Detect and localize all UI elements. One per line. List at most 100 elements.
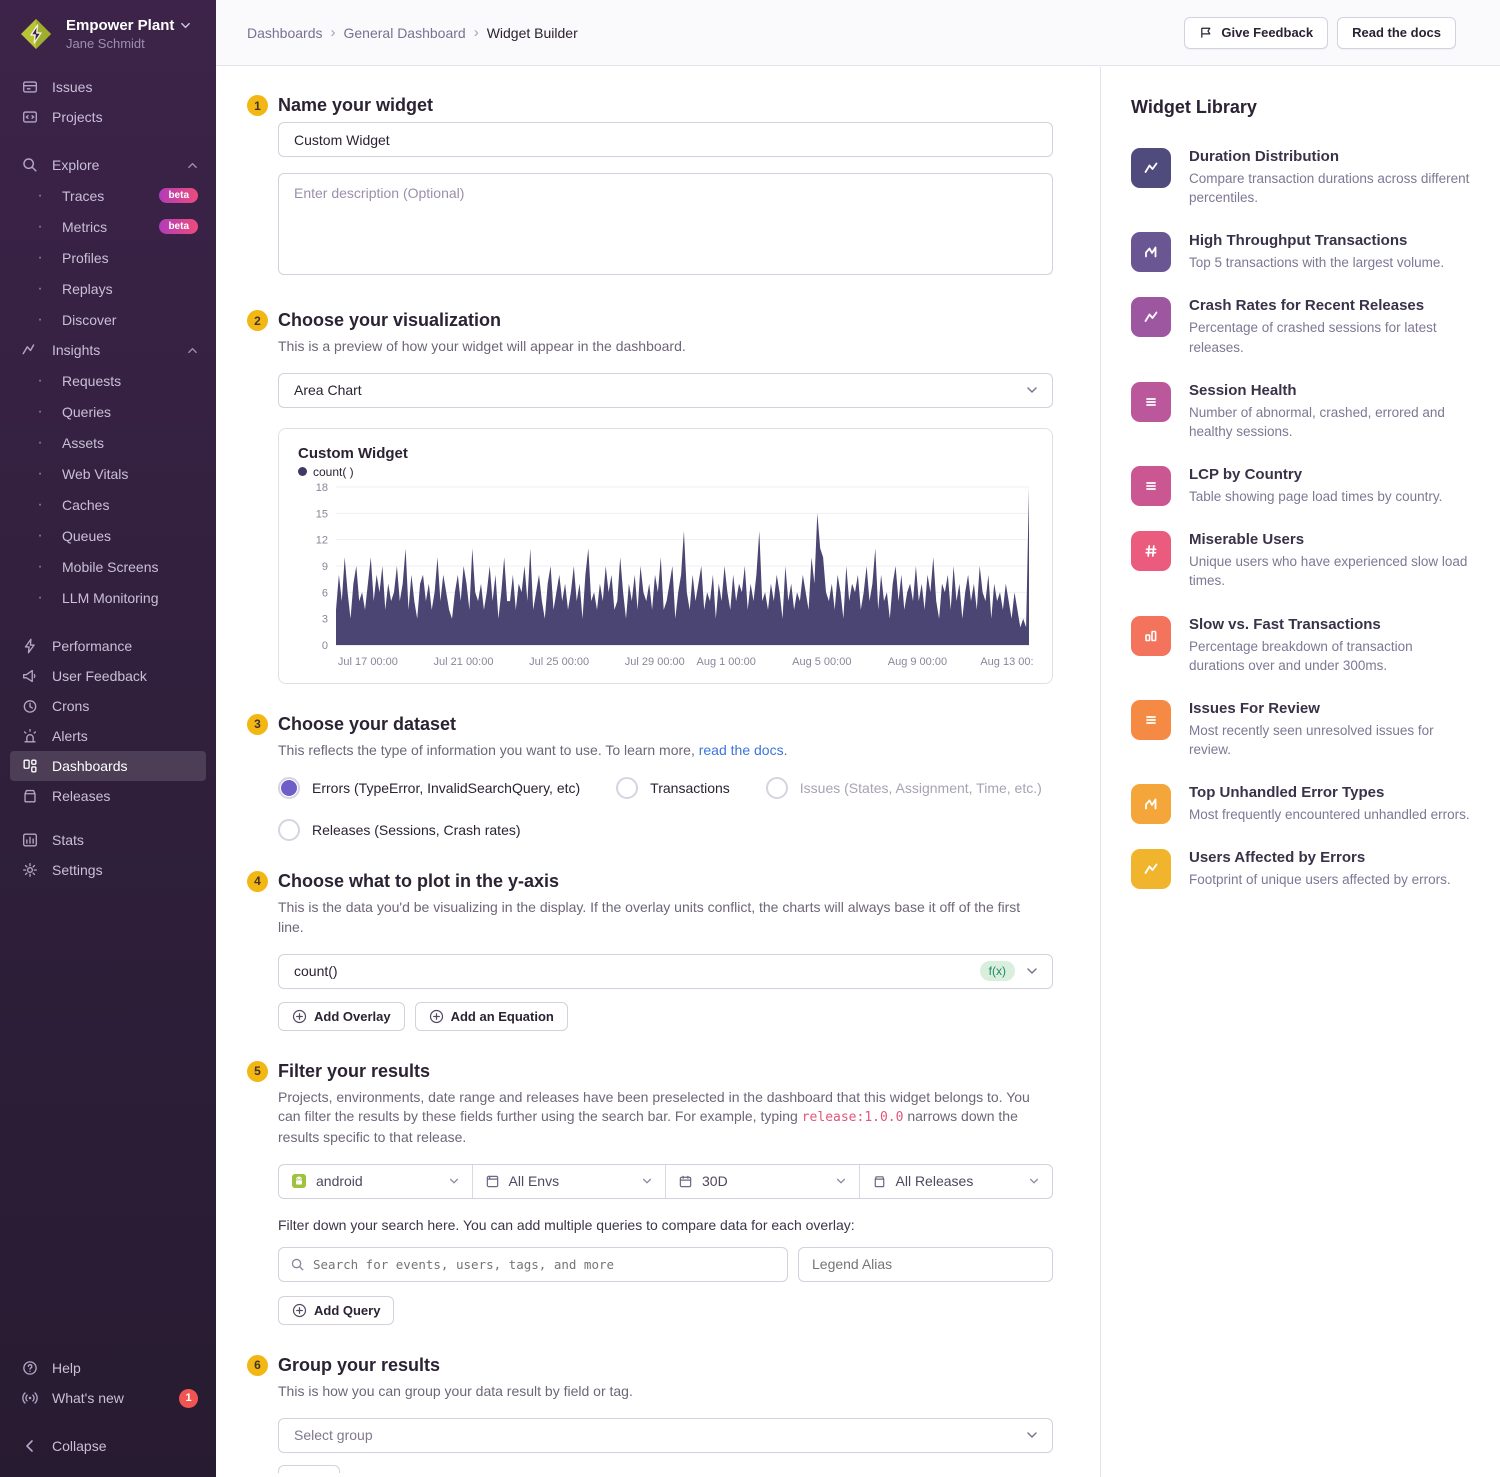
library-item-title: Session Health [1189,382,1470,399]
dataset-option-transactions[interactable]: Transactions [616,777,730,799]
code-example: release:1.0.0 [802,1110,904,1125]
library-item-desc: Unique users who have experienced slow l… [1189,552,1470,590]
sidebar-item-llm-monitoring[interactable]: ·LLM Monitoring [20,582,206,613]
breadcrumb-general-dashboard[interactable]: General Dashboard [344,25,466,41]
megaphone-icon [1199,25,1214,40]
step-visualization: 2 Choose your visualization This is a pr… [247,310,1068,684]
legend-alias-input[interactable] [798,1247,1053,1282]
widget-description-input[interactable] [278,173,1053,275]
org-switcher[interactable]: Empower Plant Jane Schmidt [0,0,216,62]
sidebar-item-whats-new[interactable]: What's new 1 [10,1383,206,1413]
library-item-title: Crash Rates for Recent Releases [1189,297,1470,314]
sidebar-item-label: Metrics [62,219,107,235]
y-axis-field-select[interactable]: count() f(x) [278,954,1053,989]
sidebar-item-caches[interactable]: ·Caches [20,489,206,520]
step-name-widget: 1 Name your widget [247,95,1068,280]
sidebar-item-settings[interactable]: Settings [10,855,206,885]
breadcrumb: Dashboards › General Dashboard › Widget … [247,24,578,41]
sidebar-group-insights[interactable]: Insights [10,335,206,365]
library-item-lcp-by-country[interactable]: LCP by Country Table showing page load t… [1131,466,1470,506]
environment-filter[interactable]: All Envs [472,1165,666,1198]
insights-icon [20,340,40,360]
library-item-high-throughput[interactable]: High Throughput Transactions Top 5 trans… [1131,232,1470,272]
sidebar-item-queries[interactable]: ·Queries [20,396,206,427]
sidebar-group-explore[interactable]: Explore [10,150,206,180]
sidebar-item-requests[interactable]: ·Requests [20,365,206,396]
step-filter: 5 Filter your results Projects, environm… [247,1061,1068,1325]
svg-text:Aug 9 00:00: Aug 9 00:00 [888,656,947,668]
widget-name-input[interactable] [278,122,1053,157]
sidebar-item-releases[interactable]: Releases [10,781,206,811]
release-filter[interactable]: All Releases [859,1165,1053,1198]
sidebar-item-traces[interactable]: ·Tracesbeta [20,180,206,211]
library-item-top-unhandled-errors[interactable]: Top Unhandled Error Types Most frequentl… [1131,784,1470,824]
read-docs-button[interactable]: Read the docs [1337,17,1456,49]
megaphone-icon [20,666,40,686]
sidebar-item-crons[interactable]: Crons [10,691,206,721]
sidebar-item-performance[interactable]: Performance [10,631,206,661]
beta-badge: beta [159,188,198,203]
button-label: Read the docs [1352,25,1441,40]
radio-button[interactable] [278,777,300,799]
library-item-users-affected[interactable]: Users Affected by Errors Footprint of un… [1131,849,1470,889]
select-value: Area Chart [294,382,362,398]
sidebar-item-metrics[interactable]: ·Metricsbeta [20,211,206,242]
give-feedback-button[interactable]: Give Feedback [1184,17,1328,49]
stats-icon [20,830,40,850]
dataset-option-issues[interactable]: Issues (States, Assignment, Time, etc.) [766,777,1042,799]
visualization-select[interactable]: Area Chart [278,373,1053,408]
sidebar-item-label: Dashboards [52,758,128,774]
sidebar-item-stats[interactable]: Stats [10,825,206,855]
sidebar-item-label: Performance [52,638,132,654]
query-search-input[interactable] [313,1257,776,1272]
radio-button[interactable] [766,777,788,799]
bullet-icon: · [30,249,50,267]
sidebar-item-issues[interactable]: Issues [10,72,206,102]
dataset-option-errors[interactable]: Errors (TypeError, InvalidSearchQuery, e… [278,777,580,799]
siren-icon [20,726,40,746]
library-item-issues-for-review[interactable]: Issues For Review Most recently seen unr… [1131,700,1470,759]
chevron-down-icon [1025,383,1039,397]
add-overlay-button[interactable]: Add Overlay [278,1002,405,1031]
library-item-desc: Percentage breakdown of transaction dura… [1189,637,1470,675]
chevron-down-icon [1025,964,1039,978]
preview-chart-title: Custom Widget [298,445,1033,462]
radio-button[interactable] [278,819,300,841]
svg-text:6: 6 [322,587,328,599]
add-equation-button[interactable]: Add an Equation [415,1002,568,1031]
circle-plus-icon [292,1009,307,1024]
add-group-button-partial[interactable] [278,1465,340,1473]
sidebar-item-projects[interactable]: Projects [10,102,206,132]
svg-text:Aug 5 00:00: Aug 5 00:00 [792,656,851,668]
bullet-icon: · [30,496,50,514]
sidebar-item-profiles[interactable]: ·Profiles [20,242,206,273]
sidebar-item-user-feedback[interactable]: User Feedback [10,661,206,691]
library-item-miserable-users[interactable]: Miserable Users Unique users who have ex… [1131,531,1470,590]
project-filter[interactable]: android [279,1165,472,1198]
library-item-session-health[interactable]: Session Health Number of abnormal, crash… [1131,382,1470,441]
sidebar-item-help[interactable]: Help [10,1353,206,1383]
group-select[interactable]: Select group [278,1418,1053,1453]
sidebar-item-label: Releases [52,788,110,804]
radio-button[interactable] [616,777,638,799]
sidebar-item-alerts[interactable]: Alerts [10,721,206,751]
sidebar-item-mobile-screens[interactable]: ·Mobile Screens [20,551,206,582]
library-item-slow-vs-fast[interactable]: Slow vs. Fast Transactions Percentage br… [1131,616,1470,675]
library-item-crash-rates[interactable]: Crash Rates for Recent Releases Percenta… [1131,297,1470,356]
sidebar-item-discover[interactable]: ·Discover [20,304,206,335]
date-range-filter[interactable]: 30D [665,1165,859,1198]
sidebar-item-web-vitals[interactable]: ·Web Vitals [20,458,206,489]
library-item-duration-distribution[interactable]: Duration Distribution Compare transactio… [1131,148,1470,207]
lightning-icon [20,636,40,656]
sidebar-item-replays[interactable]: ·Replays [20,273,206,304]
breadcrumb-dashboards[interactable]: Dashboards [247,25,323,41]
add-query-button[interactable]: Add Query [278,1296,394,1325]
sidebar-collapse-button[interactable]: Collapse [10,1431,206,1461]
sidebar-item-dashboards[interactable]: Dashboards [10,751,206,781]
dataset-option-releases[interactable]: Releases (Sessions, Crash rates) [278,819,521,841]
sidebar-item-queues[interactable]: ·Queues [20,520,206,551]
bullet-icon: · [30,372,50,390]
sidebar-item-label: Collapse [52,1438,106,1454]
sidebar-item-assets[interactable]: ·Assets [20,427,206,458]
read-docs-link[interactable]: read the docs [699,742,784,758]
